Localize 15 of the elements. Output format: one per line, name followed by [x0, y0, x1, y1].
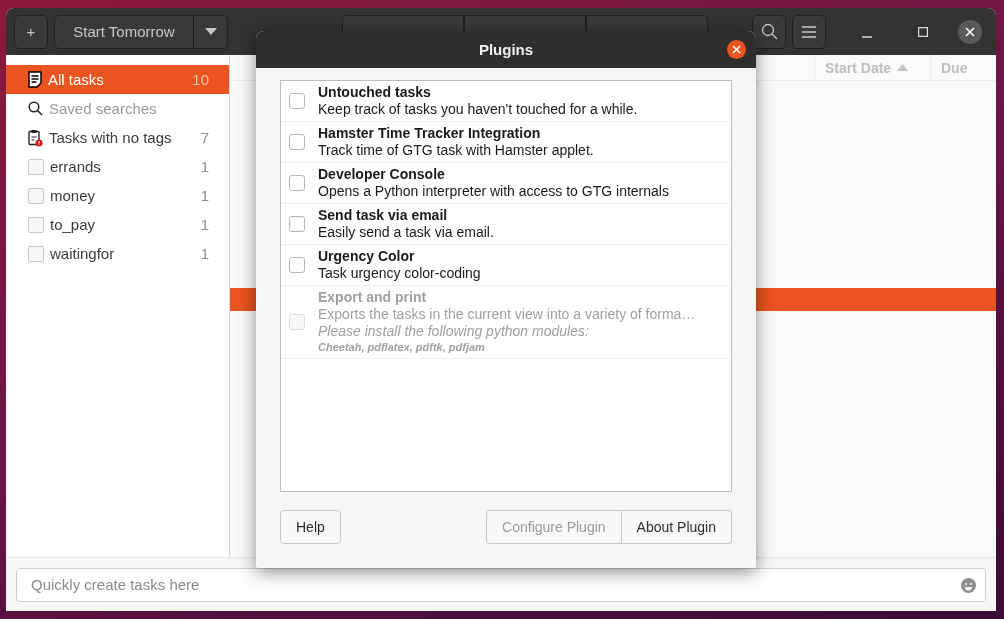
plugin-description: Opens a Python interpreter with access to GTG internals: [318, 183, 669, 200]
plugin-name: Developer Console: [318, 166, 446, 183]
plugin-name: Urgency Color: [318, 248, 416, 265]
plugin-description: Keep track of tasks you haven't touched for a while.: [318, 101, 638, 118]
plugin-description: Track time of GTG task with Hamster applet.: [318, 142, 594, 159]
plugin-description: Easily send a task via email.: [318, 224, 494, 241]
plugin-name: Untouched tasks: [318, 84, 432, 101]
plugin-name: Send task via email: [318, 207, 449, 224]
plugin-description: Exports the tasks in the current view into a variety of forma…: [318, 306, 696, 323]
dialog-title: Plugins: [478, 41, 534, 58]
plugin-note: Please install the following python modules:: [318, 323, 590, 340]
missing-modules: Cheetah, pdflatex, pdftk, pdfjam: [318, 340, 486, 355]
plugin-description: Task urgency color-coding: [318, 265, 481, 282]
plugin-name: Export and print: [318, 289, 428, 306]
plugin-name: Hamster Time Tracker Integration: [318, 125, 542, 142]
